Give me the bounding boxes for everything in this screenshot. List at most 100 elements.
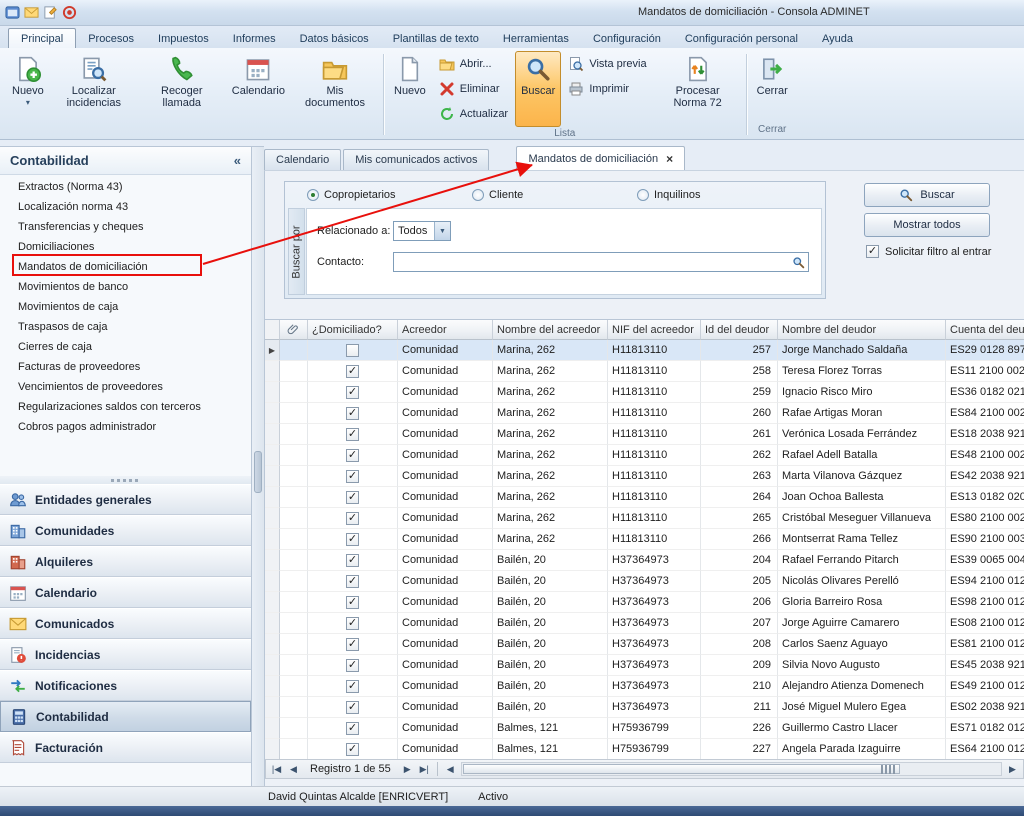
domiciliado-checkbox[interactable]: ✓ xyxy=(346,722,359,735)
table-row[interactable]: ✓ComunidadMarina, 262H11813110262Rafael … xyxy=(265,445,1024,466)
ribbon-tab-configuracion-personal[interactable]: Configuración personal xyxy=(673,29,810,48)
column-header-acreedor[interactable]: Acreedor xyxy=(398,320,493,340)
sidebar-nav-comunidades[interactable]: Comunidades xyxy=(0,515,251,546)
column-header-nombre-del-deudor[interactable]: Nombre del deudor xyxy=(778,320,946,340)
sidebar-item-localizacion-norma-43[interactable]: Localización norma 43 xyxy=(0,197,251,217)
domiciliado-checkbox[interactable]: ✓ xyxy=(346,491,359,504)
solicitar-filtro-checkbox[interactable]: ✓ Solicitar filtro al entrar xyxy=(866,245,991,258)
imprimir-button[interactable]: Imprimir xyxy=(565,80,649,98)
sidebar-splitter[interactable] xyxy=(0,476,251,484)
sidebar-item-regularizaciones-saldos-con-terceros[interactable]: Regularizaciones saldos con terceros xyxy=(0,397,251,417)
sidebar-nav-entidades-generales[interactable]: Entidades generales xyxy=(0,484,251,515)
column-header-cuenta-del-deu[interactable]: Cuenta del deu xyxy=(946,320,1024,340)
sidebar-item-traspasos-de-caja[interactable]: Traspasos de caja xyxy=(0,317,251,337)
table-row[interactable]: ✓ComunidadMarina, 262H11813110265Cristób… xyxy=(265,508,1024,529)
pager-first-button[interactable]: |◀ xyxy=(268,764,285,775)
column-header-domiciliado[interactable]: ¿Domiciliado? xyxy=(308,320,398,340)
domiciliado-checkbox[interactable]: ✓ xyxy=(346,470,359,483)
domiciliado-checkbox[interactable]: ✓ xyxy=(346,638,359,651)
domiciliado-checkbox[interactable]: ✓ xyxy=(346,743,359,756)
radio-inquilinos[interactable]: Inquilinos xyxy=(637,189,802,201)
table-row[interactable]: ✓ComunidadBalmes, 121H75936799227Angela … xyxy=(265,739,1024,759)
table-row[interactable]: ✓ComunidadBailén, 20H37364973204Rafael F… xyxy=(265,550,1024,571)
domiciliado-checkbox[interactable]: ✓ xyxy=(346,365,359,378)
actualizar-button[interactable]: Actualizar xyxy=(436,105,511,123)
grid-header-attachment[interactable] xyxy=(280,320,308,340)
buscar-button[interactable]: Buscar xyxy=(515,51,561,127)
table-row[interactable]: ✓ComunidadBalmes, 121H75936799226Guiller… xyxy=(265,718,1024,739)
domiciliado-checkbox[interactable]: ✓ xyxy=(346,449,359,462)
sidebar-item-vencimientos-de-proveedores[interactable]: Vencimientos de proveedores xyxy=(0,377,251,397)
domiciliado-checkbox[interactable]: ✓ xyxy=(346,407,359,420)
eliminar-button[interactable]: Eliminar xyxy=(436,80,511,98)
calendario-button[interactable]: Calendario xyxy=(226,51,291,123)
table-row[interactable]: ✓ComunidadMarina, 262H11813110263Marta V… xyxy=(265,466,1024,487)
radio-cliente[interactable]: Cliente xyxy=(472,189,637,201)
table-row[interactable]: ✓ComunidadMarina, 262H11813110266Montser… xyxy=(265,529,1024,550)
table-row[interactable]: ✓ComunidadBailén, 20H37364973208Carlos S… xyxy=(265,634,1024,655)
radio-copropietarios[interactable]: Copropietarios xyxy=(307,189,472,201)
pager-prev-button[interactable]: ◀ xyxy=(285,764,302,775)
domiciliado-checkbox[interactable]: ✓ xyxy=(346,512,359,525)
table-row[interactable]: ✓ComunidadMarina, 262H11813110264Joan Oc… xyxy=(265,487,1024,508)
sidebar-item-facturas-de-proveedores[interactable]: Facturas de proveedores xyxy=(0,357,251,377)
checkbox-icon[interactable]: ✓ xyxy=(866,245,879,258)
column-header-nombre-del-acreedor[interactable]: Nombre del acreedor xyxy=(493,320,608,340)
chevron-down-icon[interactable]: ▼ xyxy=(434,222,450,240)
sidebar-item-movimientos-de-banco[interactable]: Movimientos de banco xyxy=(0,277,251,297)
table-row[interactable]: ✓ComunidadBailén, 20H37364973205Nicolás … xyxy=(265,571,1024,592)
table-row[interactable]: ✓ComunidadMarina, 262H11813110259Ignacio… xyxy=(265,382,1024,403)
contacto-input[interactable] xyxy=(393,252,809,272)
domiciliado-checkbox[interactable]: ✓ xyxy=(346,659,359,672)
sidebar-item-domiciliaciones[interactable]: Domiciliaciones xyxy=(0,237,251,257)
sidebar-nav-alquileres[interactable]: Alquileres xyxy=(0,546,251,577)
collapse-chevron-icon[interactable]: « xyxy=(234,153,241,168)
sidebar-scrollbar[interactable] xyxy=(252,146,264,786)
sidebar-nav-incidencias[interactable]: Incidencias xyxy=(0,639,251,670)
domiciliado-checkbox[interactable]: ✓ xyxy=(346,701,359,714)
table-row[interactable]: ✓ComunidadMarina, 262H11813110261Verónic… xyxy=(265,424,1024,445)
nuevo-button[interactable]: Nuevo▾ xyxy=(6,51,50,123)
abrir-button[interactable]: Abrir... xyxy=(436,55,511,73)
pager-next-button[interactable]: ▶ xyxy=(399,764,416,775)
domiciliado-checkbox[interactable]: ✓ xyxy=(346,428,359,441)
document-tab-calendario[interactable]: Calendario xyxy=(264,149,341,170)
mis-documentos-button[interactable]: Mis documentos xyxy=(291,51,379,123)
vista-previa-button[interactable]: Vista previa xyxy=(565,55,649,73)
sidebar-nav-facturacion[interactable]: Facturación xyxy=(0,732,251,763)
scrollbar-thumb[interactable] xyxy=(254,451,262,493)
ribbon-tab-plantillas-de-texto[interactable]: Plantillas de texto xyxy=(381,29,491,48)
sidebar-item-cobros-pagos-administrador[interactable]: Cobros pagos administrador xyxy=(0,417,251,437)
sidebar-item-mandatos-de-domiciliacion[interactable]: Mandatos de domiciliación xyxy=(0,257,251,277)
ribbon-tab-configuracion[interactable]: Configuración xyxy=(581,29,673,48)
table-row[interactable]: ✓ComunidadMarina, 262H11813110258Teresa … xyxy=(265,361,1024,382)
table-row[interactable]: ✓ComunidadMarina, 262H11813110260Rafae A… xyxy=(265,403,1024,424)
search-icon[interactable] xyxy=(792,256,805,269)
table-row[interactable]: ✓ComunidadBailén, 20H37364973206Gloria B… xyxy=(265,592,1024,613)
domiciliado-checkbox[interactable] xyxy=(346,344,359,357)
ribbon-tab-ayuda[interactable]: Ayuda xyxy=(810,29,865,48)
sidebar-item-extractos-norma-43[interactable]: Extractos (Norma 43) xyxy=(0,177,251,197)
document-tab-mandatos-de-domiciliacion[interactable]: Mandatos de domiciliación× xyxy=(516,146,685,170)
column-header-id-del-deudor[interactable]: Id del deudor xyxy=(701,320,778,340)
sidebar-nav-calendario[interactable]: Calendario xyxy=(0,577,251,608)
column-header-nif-del-acreedor[interactable]: NIF del acreedor xyxy=(608,320,701,340)
localizar-incidencias-button[interactable]: Localizar incidencias xyxy=(50,51,138,123)
contacto-input-field[interactable] xyxy=(394,254,792,270)
mostrar-todos-button[interactable]: Mostrar todos xyxy=(864,213,990,237)
tab-close-icon[interactable]: × xyxy=(666,152,673,166)
domiciliado-checkbox[interactable]: ✓ xyxy=(346,554,359,567)
table-row[interactable]: ✓ComunidadBailén, 20H37364973210Alejandr… xyxy=(265,676,1024,697)
table-row[interactable]: ▶ComunidadMarina, 262H11813110257Jorge M… xyxy=(265,340,1024,361)
ribbon-tab-herramientas[interactable]: Herramientas xyxy=(491,29,581,48)
horizontal-scrollbar-thumb[interactable] xyxy=(463,764,900,774)
domiciliado-checkbox[interactable]: ✓ xyxy=(346,680,359,693)
sidebar-nav-notificaciones[interactable]: Notificaciones xyxy=(0,670,251,701)
domiciliado-checkbox[interactable]: ✓ xyxy=(346,617,359,630)
ribbon-tab-procesos[interactable]: Procesos xyxy=(76,29,146,48)
ribbon-tab-informes[interactable]: Informes xyxy=(221,29,288,48)
domiciliado-checkbox[interactable]: ✓ xyxy=(346,575,359,588)
procesar-norma-72-button[interactable]: Procesar Norma 72 xyxy=(654,51,742,127)
nuevo-button[interactable]: Nuevo xyxy=(388,51,432,127)
relacionado-combobox[interactable]: Todos ▼ xyxy=(393,221,451,241)
